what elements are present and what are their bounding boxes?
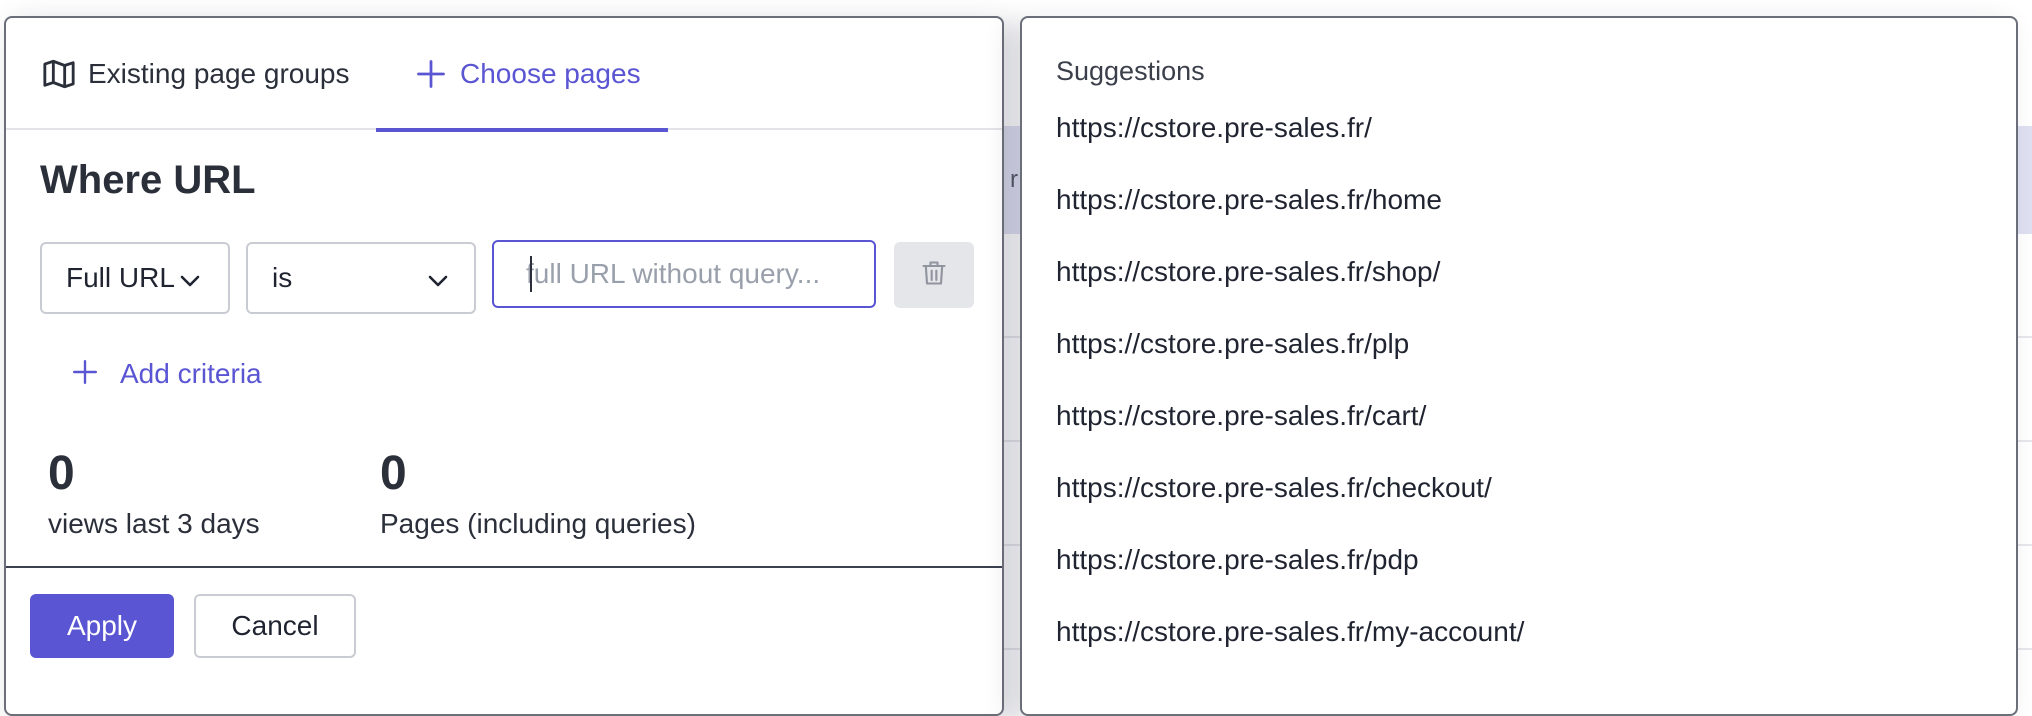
add-criteria-button[interactable]: Add criteria bbox=[72, 358, 262, 390]
stat-views: 0 views last 3 days bbox=[48, 446, 260, 540]
suggestion-item[interactable]: https://cstore.pre-sales.fr/checkout/ bbox=[1022, 452, 2016, 524]
background-text: r bbox=[1010, 166, 1018, 193]
operator-select[interactable]: is bbox=[246, 242, 476, 314]
criteria-title: Where URL bbox=[40, 158, 256, 202]
suggestion-item[interactable]: https://cstore.pre-sales.fr/ bbox=[1022, 92, 2016, 164]
stat-value: 0 bbox=[48, 447, 75, 500]
apply-button[interactable]: Apply bbox=[30, 594, 174, 658]
stat-label: views last 3 days bbox=[48, 508, 260, 539]
tab-bar: Existing page groups Choose pages bbox=[6, 18, 1002, 132]
cancel-button[interactable]: Cancel bbox=[194, 594, 356, 658]
trash-icon bbox=[920, 258, 948, 293]
stat-pages: 0 Pages (including queries) bbox=[380, 446, 696, 540]
plus-icon bbox=[72, 359, 102, 389]
suggestion-item[interactable]: https://cstore.pre-sales.fr/pdp bbox=[1022, 524, 2016, 596]
url-input[interactable] bbox=[492, 240, 876, 308]
chevron-down-icon bbox=[426, 268, 450, 300]
suggestion-item[interactable]: https://cstore.pre-sales.fr/home bbox=[1022, 164, 2016, 236]
suggestions-title: Suggestions bbox=[1056, 56, 1205, 86]
select-value: is bbox=[272, 262, 293, 293]
suggestions-list: https://cstore.pre-sales.fr/ https://cst… bbox=[1022, 92, 2016, 668]
select-value: Full URL bbox=[66, 262, 175, 293]
plus-icon bbox=[414, 57, 448, 91]
map-icon bbox=[42, 57, 76, 91]
delete-criteria-button[interactable] bbox=[894, 242, 974, 308]
chevron-down-icon bbox=[178, 268, 202, 300]
suggestion-item[interactable]: https://cstore.pre-sales.fr/shop/ bbox=[1022, 236, 2016, 308]
stat-value: 0 bbox=[380, 447, 407, 500]
suggestions-dropdown: Suggestions https://cstore.pre-sales.fr/… bbox=[1020, 16, 2018, 716]
tab-label: Existing page groups bbox=[88, 58, 350, 89]
tab-choose-pages[interactable]: Choose pages bbox=[376, 18, 668, 132]
stat-label: Pages (including queries) bbox=[380, 508, 696, 539]
suggestion-item[interactable]: https://cstore.pre-sales.fr/plp bbox=[1022, 308, 2016, 380]
page-selector-panel: Existing page groups Choose pages Where … bbox=[4, 16, 1004, 716]
suggestion-item[interactable]: https://cstore.pre-sales.fr/my-account/ bbox=[1022, 596, 2016, 668]
tab-label: Choose pages bbox=[460, 58, 641, 89]
url-field-select[interactable]: Full URL bbox=[40, 242, 230, 314]
active-tab-indicator bbox=[376, 128, 668, 132]
suggestion-item[interactable]: https://cstore.pre-sales.fr/cart/ bbox=[1022, 380, 2016, 452]
text-cursor bbox=[530, 256, 532, 292]
tab-existing-page-groups[interactable]: Existing page groups bbox=[42, 18, 350, 130]
add-criteria-label: Add criteria bbox=[120, 358, 262, 389]
